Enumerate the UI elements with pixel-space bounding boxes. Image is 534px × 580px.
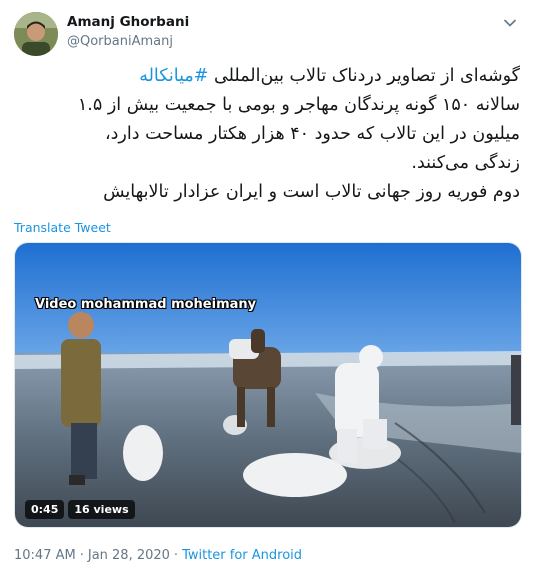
tweet-line: گوشه‌ای از تصاویر دردناک تالاب بین‌الملل… [14, 62, 520, 91]
tweet-line: سالانه ۱۵۰ گونه پرندگان مهاجر و بومی با … [77, 95, 520, 115]
tweet-time[interactable]: 10:47 AM [14, 548, 76, 563]
tweet-text: گوشه‌ای از تصاویر دردناک تالاب بین‌الملل… [14, 62, 520, 207]
user-avatar [14, 12, 58, 56]
author-name[interactable]: Amanj Ghorbani [67, 14, 189, 30]
video-watermark: Video mohammad moheimany [35, 297, 257, 312]
avatar[interactable] [14, 12, 58, 56]
tweet-date[interactable]: Jan 28, 2020 [88, 548, 170, 563]
video-badges: 0:45 16 views [25, 500, 135, 519]
video-player[interactable]: Video mohammad moheimany 0:45 16 views [14, 242, 522, 528]
more-options-button[interactable] [500, 13, 520, 33]
tweet-line-text: گوشه‌ای از تصاویر دردناک تالاب بین‌الملل… [208, 66, 520, 86]
tweet-line: میلیون در این تالاب که حدود ۴۰ هزار هکتا… [104, 124, 520, 144]
hashtag-link[interactable]: #میانکاله [139, 66, 208, 86]
tweet-source-link[interactable]: Twitter for Android [182, 548, 302, 563]
video-frame [15, 243, 521, 527]
meta-separator: · [79, 548, 84, 563]
author-handle[interactable]: @QorbaniAmanj [67, 34, 173, 49]
tweet-meta: 10:47 AM · Jan 28, 2020 · Twitter for Androi… [14, 548, 302, 563]
tweet-line: زندگی می‌کنند. [411, 153, 520, 173]
video-views-badge: 16 views [68, 500, 135, 519]
translate-tweet-link[interactable]: Translate Tweet [14, 220, 111, 235]
tweet-line: دوم فوریه روز جهانی تالاب است و ایران عز… [103, 182, 520, 202]
meta-separator: · [173, 548, 179, 563]
chevron-down-icon [504, 19, 516, 27]
video-duration-badge: 0:45 [25, 500, 65, 519]
